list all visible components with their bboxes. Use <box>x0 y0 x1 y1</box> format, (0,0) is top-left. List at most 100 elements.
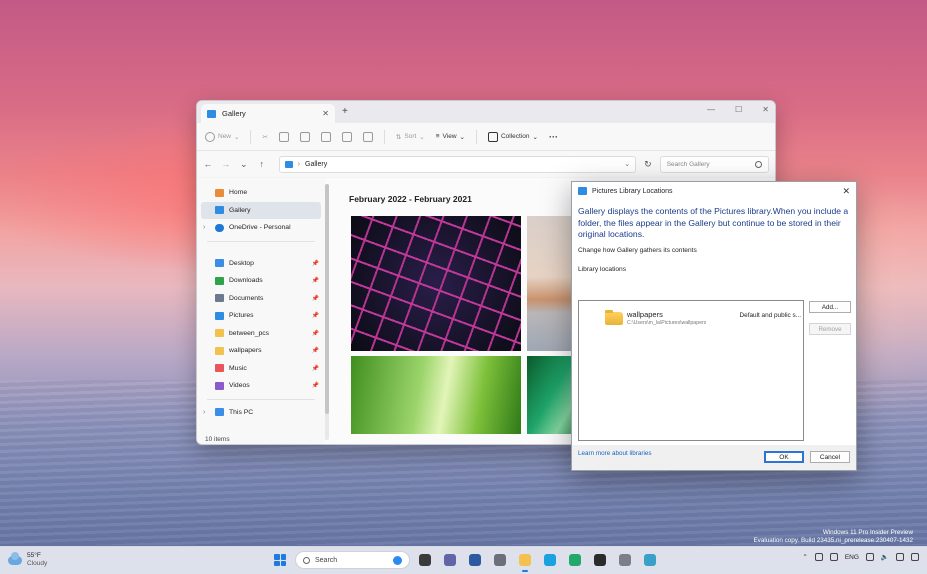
refresh-button[interactable]: ↻ <box>644 159 652 170</box>
pin-icon[interactable]: 📌 <box>312 295 319 302</box>
status-item-count: 10 items <box>205 436 230 443</box>
file-explorer-app-button[interactable] <box>516 551 534 572</box>
sidebar-item-this-pc[interactable]: › This PC <box>197 404 325 422</box>
sort-button[interactable]: ⇅ Sort ⌄ <box>396 133 425 141</box>
notifications-icon[interactable] <box>911 553 919 561</box>
sort-label: Sort <box>404 133 417 140</box>
pin-icon[interactable]: 📌 <box>312 365 319 372</box>
close-tab-icon[interactable]: ✕ <box>322 109 329 118</box>
network-icon[interactable] <box>865 553 874 561</box>
navigation-bar: ← → ⌄ ↑ › Gallery ⌄ ↻ Search Gallery <box>197 151 775 177</box>
chevron-down-icon[interactable]: ⌄ <box>624 160 630 168</box>
pin-icon[interactable]: 📌 <box>312 277 319 284</box>
cancel-button[interactable]: Cancel <box>810 451 850 463</box>
sidebar-item-music[interactable]: Music 📌 <box>197 360 325 378</box>
weather-temperature: 55°F <box>27 552 41 559</box>
collection-button[interactable]: Collection ⌄ <box>487 131 538 142</box>
gallery-thumbnail[interactable] <box>351 356 521 434</box>
notepad-app-button[interactable] <box>641 551 659 569</box>
gallery-icon <box>207 109 216 118</box>
notepad-icon <box>644 554 656 566</box>
maximize-button[interactable]: ☐ <box>735 105 742 114</box>
sidebar-item-gallery[interactable]: Gallery <box>201 201 321 219</box>
sidebar-item-downloads[interactable]: Downloads 📌 <box>197 272 325 290</box>
library-locations-label: Library locations <box>578 265 627 273</box>
ok-button[interactable]: OK <box>764 451 804 463</box>
add-button[interactable]: Add... <box>809 301 851 313</box>
onedrive-tray-icon[interactable] <box>814 553 823 561</box>
recent-locations-button[interactable]: ⌄ <box>239 159 249 170</box>
list-item[interactable]: wallpapers C:\Users\m_la\Pictures\wallpa… <box>605 309 801 329</box>
cut-button[interactable]: ✂ <box>262 133 267 141</box>
paste-button[interactable] <box>299 131 310 142</box>
sidebar-item-home[interactable]: Home <box>197 184 325 202</box>
pin-icon[interactable]: 📌 <box>312 347 319 354</box>
more-options-button[interactable]: ··· <box>549 132 558 142</box>
chevron-down-icon: ⌄ <box>419 133 425 141</box>
share-button[interactable] <box>341 131 352 142</box>
snipping-tool-app-button[interactable] <box>616 551 634 569</box>
download-icon <box>215 276 224 285</box>
sidebar-item-label: Music <box>229 364 247 372</box>
minimize-button[interactable]: — <box>707 105 715 114</box>
edge-canary-app-button[interactable] <box>566 551 584 569</box>
task-view-app-button[interactable] <box>416 551 434 569</box>
terminal-app-button[interactable] <box>591 551 609 569</box>
library-locations-list[interactable]: wallpapers C:\Users\m_la\Pictures\wallpa… <box>578 300 804 441</box>
app-tray-icon[interactable] <box>829 553 838 561</box>
window-controls: — ☐ ✕ <box>707 105 769 114</box>
sidebar-item-documents[interactable]: Documents 📌 <box>197 290 325 308</box>
chevron-right-icon[interactable]: › <box>203 224 205 231</box>
delete-icon <box>362 131 373 142</box>
view-button[interactable]: ≡ View ⌄ <box>436 133 465 141</box>
pin-icon[interactable]: 📌 <box>312 260 319 267</box>
remove-button[interactable]: Remove <box>809 323 851 335</box>
videos-icon <box>215 381 224 390</box>
new-button[interactable]: New ⌄ <box>205 131 239 142</box>
gallery-thumbnail[interactable] <box>351 216 521 351</box>
battery-icon[interactable] <box>896 553 904 561</box>
taskbar-search[interactable]: Search <box>295 551 410 569</box>
home-icon <box>215 188 224 197</box>
new-tab-button[interactable]: + <box>342 106 348 117</box>
address-bar[interactable]: › Gallery ⌄ <box>278 155 637 173</box>
sidebar-item-pictures[interactable]: Pictures 📌 <box>197 307 325 325</box>
cloud-icon <box>215 223 224 232</box>
start-button[interactable] <box>271 551 289 569</box>
search-input[interactable]: Search Gallery <box>659 155 769 173</box>
sidebar-item-onedrive[interactable]: › OneDrive - Personal <box>197 219 325 237</box>
pin-icon[interactable]: 📌 <box>312 382 319 389</box>
windows-logo-icon <box>274 554 280 560</box>
collection-label: Collection <box>500 133 530 140</box>
tab-gallery[interactable]: Gallery ✕ <box>201 104 335 123</box>
sort-icon: ⇅ <box>395 133 402 141</box>
documents-icon <box>215 294 224 303</box>
sidebar-item-desktop[interactable]: Desktop 📌 <box>197 255 325 273</box>
sidebar-item-videos[interactable]: Videos 📌 <box>197 377 325 395</box>
location-name: wallpapers <box>627 310 663 319</box>
chevron-right-icon[interactable]: › <box>203 409 205 416</box>
close-button[interactable]: ✕ <box>762 105 769 114</box>
delete-button[interactable] <box>362 131 373 142</box>
forward-button[interactable]: → <box>221 159 231 169</box>
volume-icon[interactable]: 🔈 <box>881 553 889 561</box>
dialog-description: Gallery displays the contents of the Pic… <box>578 206 849 239</box>
up-button[interactable]: ↑ <box>257 159 267 169</box>
pin-icon[interactable]: 📌 <box>312 330 319 337</box>
chat-app-button[interactable] <box>441 551 459 569</box>
settings-app-button[interactable] <box>491 551 509 569</box>
sidebar-item-between-pcs[interactable]: between_pcs 📌 <box>197 325 325 343</box>
pin-icon[interactable]: 📌 <box>312 312 319 319</box>
sidebar-item-wallpapers[interactable]: wallpapers 📌 <box>197 342 325 360</box>
back-button[interactable]: ← <box>203 159 213 169</box>
rename-button[interactable] <box>320 131 331 142</box>
copy-button[interactable] <box>278 131 289 142</box>
chevron-up-icon[interactable]: ⌃ <box>802 553 807 561</box>
taskbar: 55°F Cloudy Search ⌃ ENG 🔈 <box>0 546 927 574</box>
close-icon[interactable]: ✕ <box>842 186 850 197</box>
copy-icon <box>278 131 289 142</box>
edge-app-button[interactable] <box>541 551 559 569</box>
widgets-app-button[interactable] <box>466 551 484 569</box>
language-indicator[interactable]: ENG <box>845 554 859 561</box>
weather-widget[interactable]: 55°F Cloudy <box>8 551 47 568</box>
